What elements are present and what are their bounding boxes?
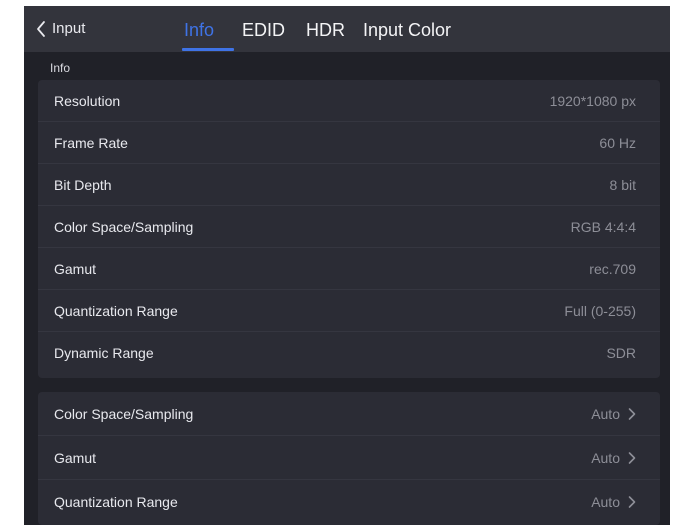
tab-hdr[interactable]: HDR: [306, 18, 345, 42]
info-row-value: 60 Hz: [599, 134, 636, 151]
info-row-value: SDR: [606, 345, 636, 361]
setting-value-text: Auto: [591, 449, 620, 466]
setting-value-text: Auto: [591, 494, 620, 510]
setting-label: Quantization Range: [54, 494, 178, 510]
setting-quantization-range[interactable]: Quantization Range Auto: [38, 480, 660, 524]
active-tab-indicator: [182, 48, 234, 51]
chevron-right-icon: [628, 407, 636, 420]
setting-label: Color Space/Sampling: [54, 405, 194, 422]
info-row-dynamic-range: Dynamic Range SDR: [38, 332, 660, 374]
tab-edid[interactable]: EDID: [242, 18, 285, 42]
setting-label: Gamut: [54, 449, 97, 466]
info-row-label: Frame Rate: [54, 134, 128, 151]
setting-value[interactable]: Auto: [591, 406, 636, 422]
info-panel: Resolution 1920*1080 px Frame Rate 60 Hz…: [38, 80, 660, 378]
info-row-value: 1920*1080 px: [549, 92, 636, 109]
setting-color-space-sampling[interactable]: Color Space/Sampling Auto: [38, 392, 660, 436]
top-navigation-bar: Input Info EDID HDR Input Color: [24, 6, 670, 52]
info-row-value: Full (0-255): [564, 302, 636, 319]
info-section-title: Info: [50, 61, 71, 75]
tab-input-color[interactable]: Input Color: [363, 18, 451, 42]
info-row-value: 8 bit: [609, 176, 636, 193]
info-row-label: Dynamic Range: [54, 345, 154, 361]
info-row-quantization-range: Quantization Range Full (0-255): [38, 290, 660, 332]
chevron-right-icon: [628, 451, 636, 464]
chevron-right-icon: [628, 496, 636, 508]
chevron-left-icon: [37, 21, 45, 37]
setting-gamut[interactable]: Gamut Auto: [38, 436, 660, 480]
info-row-label: Color Space/Sampling: [54, 218, 194, 235]
info-row-frame-rate: Frame Rate 60 Hz: [38, 122, 660, 164]
input-settings-panel: Color Space/Sampling Auto Gamut Auto Qua…: [38, 392, 660, 525]
input-info-screen: Input Info EDID HDR Input Color Info Res…: [24, 6, 670, 525]
back-button-label: Input: [52, 20, 86, 37]
info-row-resolution: Resolution 1920*1080 px: [38, 80, 660, 122]
info-row-gamut: Gamut rec.709: [38, 248, 660, 290]
info-row-value: RGB 4:4:4: [570, 218, 636, 235]
setting-value[interactable]: Auto: [591, 450, 636, 466]
info-row-bit-depth: Bit Depth 8 bit: [38, 164, 660, 206]
info-row-color-space: Color Space/Sampling RGB 4:4:4: [38, 206, 660, 248]
info-row-label: Gamut: [54, 260, 97, 277]
info-row-value: rec.709: [589, 260, 636, 277]
info-row-label: Quantization Range: [54, 302, 178, 319]
tab-info[interactable]: Info: [184, 18, 214, 42]
setting-value-text: Auto: [591, 405, 620, 422]
info-row-label: Resolution: [54, 92, 121, 109]
info-row-label: Bit Depth: [54, 176, 112, 193]
setting-value[interactable]: Auto: [591, 494, 636, 510]
back-button[interactable]: Input: [36, 17, 85, 41]
